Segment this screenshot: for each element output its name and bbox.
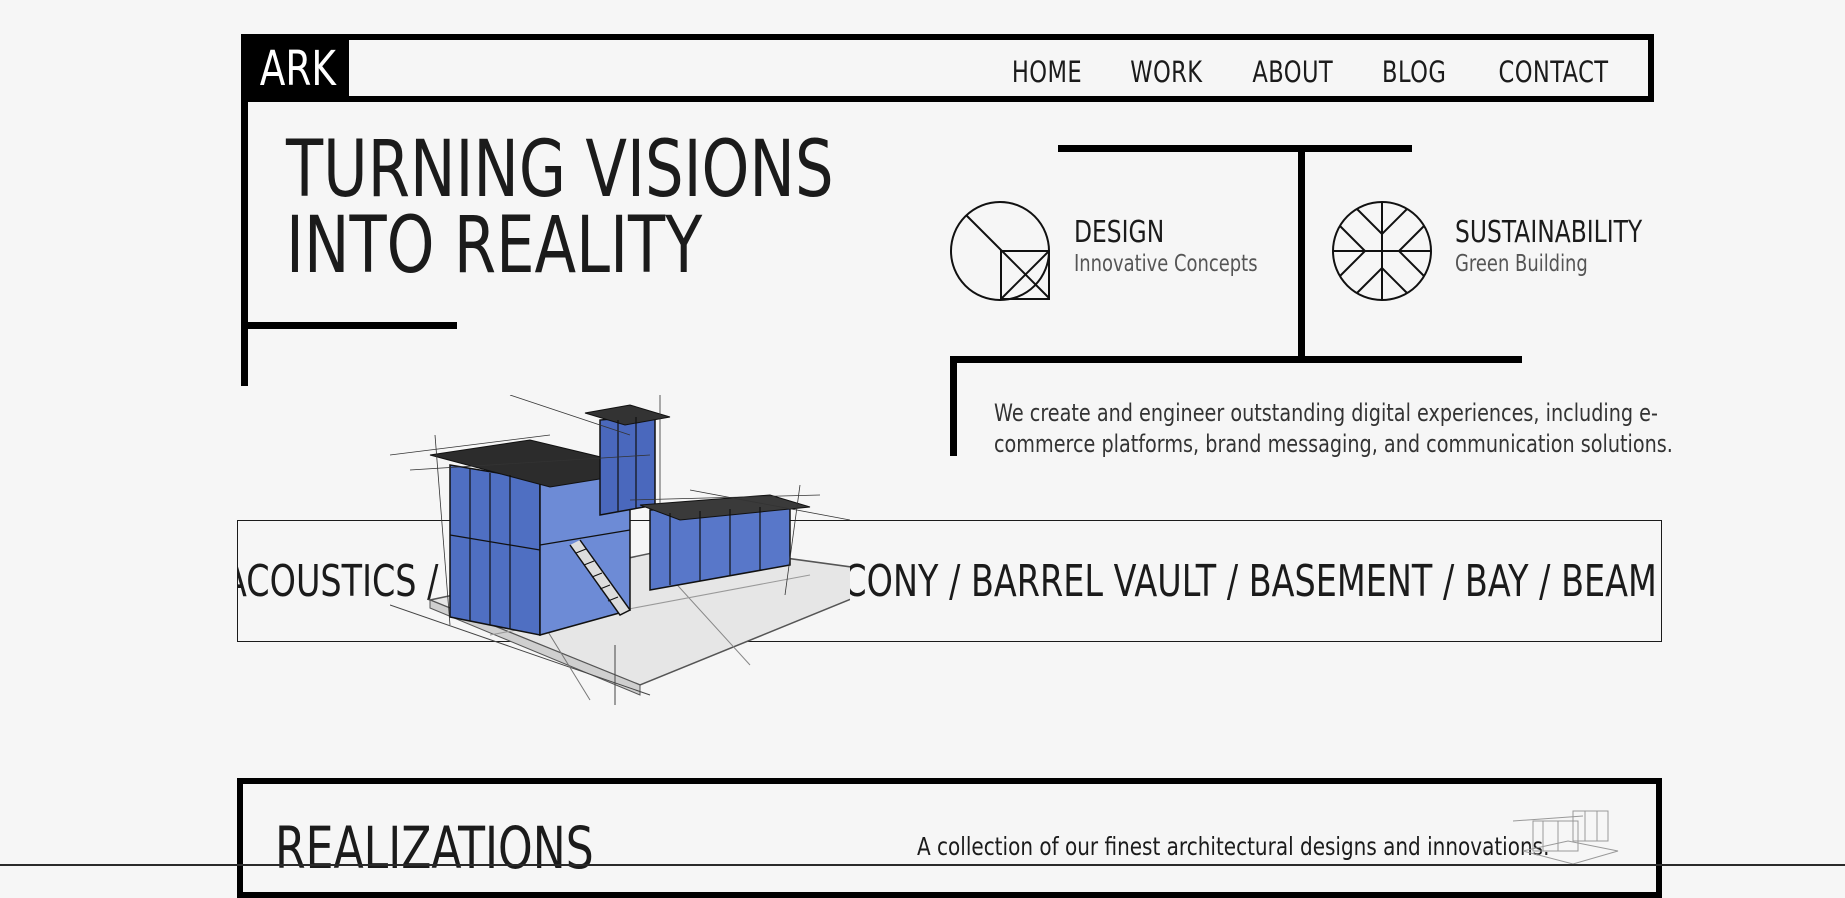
building-sketch-illustration: [390, 395, 850, 705]
realizations-title: REALIZATIONS: [275, 814, 594, 882]
marquee-item: BAY: [1464, 556, 1529, 607]
features-frame-bottom: [950, 356, 1522, 363]
sustainability-icon: [1332, 201, 1432, 301]
features-frame-top: [1058, 145, 1412, 152]
logo-text: ARK: [259, 41, 337, 97]
nav-blog[interactable]: BLOG: [1373, 40, 1455, 98]
main-nav: HOME WORK ABOUT BLOG CONTACT: [974, 40, 1624, 98]
marquee-item: BARREL VAULT: [970, 556, 1217, 607]
site-header: ARK HOME WORK ABOUT BLOG CONTACT: [241, 34, 1654, 102]
intro-text: We create and engineer outstanding digit…: [994, 399, 1673, 458]
hero-frame-left: [241, 100, 248, 386]
marquee-separator: /: [949, 556, 961, 607]
intro-frame-left: [950, 356, 957, 456]
feature-sustainability-subtitle: Green Building: [1455, 251, 1588, 277]
marquee-separator: /: [1226, 556, 1239, 607]
marquee-separator: /: [1442, 556, 1455, 607]
nav-home[interactable]: HOME: [1002, 40, 1092, 98]
nav-about[interactable]: ABOUT: [1241, 40, 1345, 98]
hero-frame-underline: [241, 322, 457, 329]
marquee-item: BASEMENT: [1248, 556, 1433, 607]
design-icon: [950, 201, 1050, 301]
feature-design-title: DESIGN: [1074, 215, 1165, 250]
nav-contact[interactable]: CONTACT: [1483, 40, 1624, 98]
marquee-separator: /: [1539, 556, 1551, 607]
nav-work[interactable]: WORK: [1120, 40, 1213, 98]
logo[interactable]: ARK: [247, 40, 349, 98]
realizations-section: REALIZATIONS A collection of our finest …: [237, 778, 1662, 898]
feature-design-subtitle: Innovative Concepts: [1074, 251, 1258, 277]
hero-title-line2: INTO REALITY: [286, 201, 703, 291]
building-thumbnail-sketch: [1513, 810, 1619, 865]
hero-title: TURNING VISIONS INTO REALITY: [286, 125, 988, 291]
marquee-item: BEAM: [1561, 556, 1657, 607]
feature-sustainability-title: SUSTAINABILITY: [1455, 215, 1643, 250]
hero-title-line1: TURNING VISIONS: [286, 125, 834, 215]
